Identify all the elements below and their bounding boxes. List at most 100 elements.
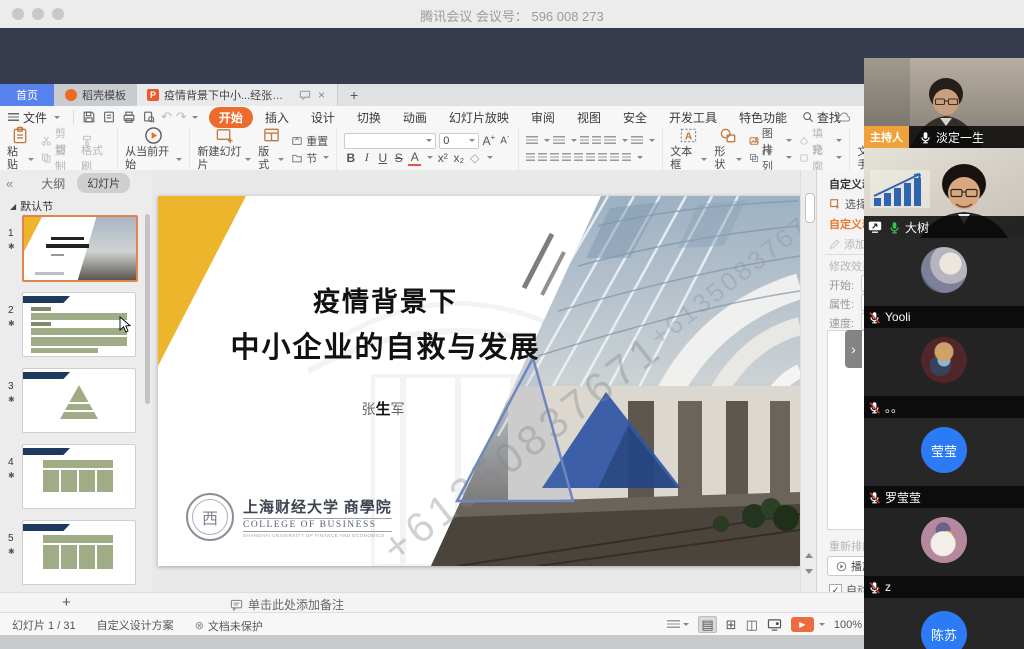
undo-icon[interactable]: ↶	[159, 109, 174, 125]
slide-scrollbar-thumb[interactable]	[805, 193, 815, 223]
increase-font-icon[interactable]: A+	[482, 133, 495, 148]
superscript-button[interactable]: x²	[436, 151, 449, 165]
participant-tile[interactable]: Yooli	[864, 238, 1024, 328]
font-size-combobox[interactable]: 0	[439, 133, 479, 149]
sidebar-collapse-button[interactable]: «	[6, 176, 13, 191]
slide-scrollbar[interactable]	[800, 170, 817, 592]
columns-icon[interactable]	[586, 153, 595, 163]
menu-item-transitions[interactable]: 切换	[347, 107, 391, 128]
menu-item-security[interactable]: 安全	[613, 107, 657, 128]
font-family-combobox[interactable]	[344, 133, 436, 149]
comment-bubble-icon[interactable]	[299, 90, 311, 101]
decrease-font-icon[interactable]: A-	[498, 134, 511, 146]
outline-button[interactable]: 轮廓	[799, 151, 842, 164]
new-slide-button[interactable]: 新建幻灯片	[197, 126, 251, 172]
participant-tile[interactable]: z	[864, 508, 1024, 598]
text-direction-icon[interactable]	[631, 136, 643, 146]
panel-collapse-button[interactable]: ›	[845, 330, 862, 368]
presenter-view-icon[interactable]	[767, 618, 782, 631]
file-menu-button[interactable]: 文件	[0, 109, 68, 126]
tab-slides[interactable]: 幻灯片	[77, 173, 130, 193]
slideshow-play-button[interactable]: ▶	[791, 617, 825, 632]
textbox-button[interactable]: A 文本框	[670, 126, 707, 172]
align-left-icon[interactable]	[526, 153, 535, 163]
document-protection-button[interactable]: ⊗ 文档未保护	[195, 618, 263, 634]
slide-author[interactable]: 张生军	[158, 398, 608, 419]
participant-tile-host[interactable]: 主持人 淡定一生	[864, 58, 1024, 148]
tab-document[interactable]: P 疫情背景下中小...经张生军(1) ×	[137, 84, 338, 106]
slide-title-line1[interactable]: 疫情背景下	[158, 280, 613, 319]
menu-item-insert[interactable]: 插入	[255, 107, 299, 128]
numbering-icon[interactable]	[553, 136, 565, 146]
format-painter-button[interactable]: 格式刷	[81, 151, 110, 164]
zoom-level[interactable]: 100%	[834, 619, 862, 631]
indent-increase-icon[interactable]	[592, 136, 601, 146]
redo-icon[interactable]: ↷	[174, 109, 189, 125]
notes-toggle-button[interactable]	[667, 620, 689, 630]
shapes-button[interactable]: 形状	[714, 126, 741, 172]
copy-button[interactable]: 复制	[41, 151, 74, 164]
section-header[interactable]: ◢ 默认节	[10, 198, 53, 214]
export-pdf-button[interactable]	[99, 108, 119, 126]
previous-slide-button[interactable]	[805, 553, 813, 558]
underline-button[interactable]: U	[376, 151, 389, 165]
next-slide-button[interactable]	[805, 569, 813, 574]
menu-item-slideshow[interactable]: 幻灯片放映	[439, 107, 519, 128]
participant-tile-sharer[interactable]: 大树	[864, 148, 1024, 238]
new-tab-button[interactable]: +	[338, 84, 370, 106]
play-from-current-button[interactable]: 从当前开始	[125, 126, 182, 172]
menu-item-devtools[interactable]: 开发工具	[659, 107, 727, 128]
participant-tile[interactable]: 莹莹 罗莹莹	[864, 418, 1024, 508]
align-text-icon[interactable]	[622, 153, 631, 163]
menu-item-view[interactable]: 视图	[567, 107, 611, 128]
save-button[interactable]	[79, 108, 99, 126]
view-reading-button[interactable]: ◫	[746, 617, 758, 632]
slide-thumbnail-3[interactable]	[22, 368, 136, 433]
italic-button[interactable]: I	[360, 150, 373, 165]
bold-button[interactable]: B	[344, 151, 357, 165]
quickbar-more-caret[interactable]	[192, 116, 198, 119]
layout-button[interactable]: 版式	[258, 126, 284, 172]
align-justify-icon[interactable]	[562, 153, 571, 163]
tab-home[interactable]: 首页	[0, 84, 55, 106]
subscript-button[interactable]: x₂	[452, 151, 465, 165]
slide-thumbnail-5[interactable]	[22, 520, 136, 585]
print-button[interactable]	[119, 108, 139, 126]
sidebar-scrollbar[interactable]	[145, 214, 150, 404]
menu-item-animation[interactable]: 动画	[393, 107, 437, 128]
distribute-icon[interactable]	[574, 153, 583, 163]
menu-item-review[interactable]: 审阅	[521, 107, 565, 128]
strikethrough-button[interactable]: S	[392, 151, 405, 165]
view-normal-button[interactable]: ▤	[698, 616, 716, 633]
indent-right-icon[interactable]	[610, 153, 619, 163]
indent-left-icon[interactable]	[598, 153, 607, 163]
tab-close-icon[interactable]: ×	[316, 88, 327, 102]
arrange-button[interactable]: 排列	[749, 151, 792, 164]
font-color-button[interactable]: A	[408, 150, 421, 166]
indent-decrease-icon[interactable]	[580, 136, 589, 146]
paste-button[interactable]: 粘贴	[7, 126, 34, 172]
bullets-icon[interactable]	[526, 136, 538, 146]
reset-button[interactable]: 重置	[291, 134, 329, 147]
align-center-icon[interactable]	[538, 153, 547, 163]
slide-thumbnail-1[interactable]	[22, 215, 138, 282]
align-right-icon[interactable]	[550, 153, 559, 163]
menu-item-home[interactable]: 开始	[209, 107, 253, 128]
view-sorter-button[interactable]: ⊞	[726, 617, 737, 632]
slide-title-line2[interactable]: 中小企业的自救与发展	[158, 324, 613, 366]
notes-input[interactable]: 单击此处添加备注	[230, 596, 344, 613]
slide-thumbnail-4[interactable]	[22, 444, 136, 509]
slide-canvas[interactable]: 疫情背景下 中小企业的自救与发展 张生军 西 上海财经大学 商學院 COLLEG…	[158, 196, 800, 566]
line-spacing-icon[interactable]	[604, 136, 616, 146]
print-preview-button[interactable]	[139, 108, 159, 126]
menu-item-design[interactable]: 设计	[301, 107, 345, 128]
participant-tile[interactable]: 陈苏	[864, 598, 1024, 649]
participant-tile[interactable]: 。。	[864, 328, 1024, 418]
add-slide-button[interactable]: +	[62, 594, 71, 611]
clear-format-icon[interactable]: ◇	[468, 151, 481, 165]
tab-outline[interactable]: 大纲	[41, 175, 65, 192]
cloud-sync-icon[interactable]	[834, 108, 854, 126]
design-scheme-button[interactable]: 自定义设计方案	[97, 617, 174, 633]
section-button[interactable]: 节	[291, 151, 329, 164]
tab-docer-templates[interactable]: 稻壳模板	[55, 84, 137, 106]
